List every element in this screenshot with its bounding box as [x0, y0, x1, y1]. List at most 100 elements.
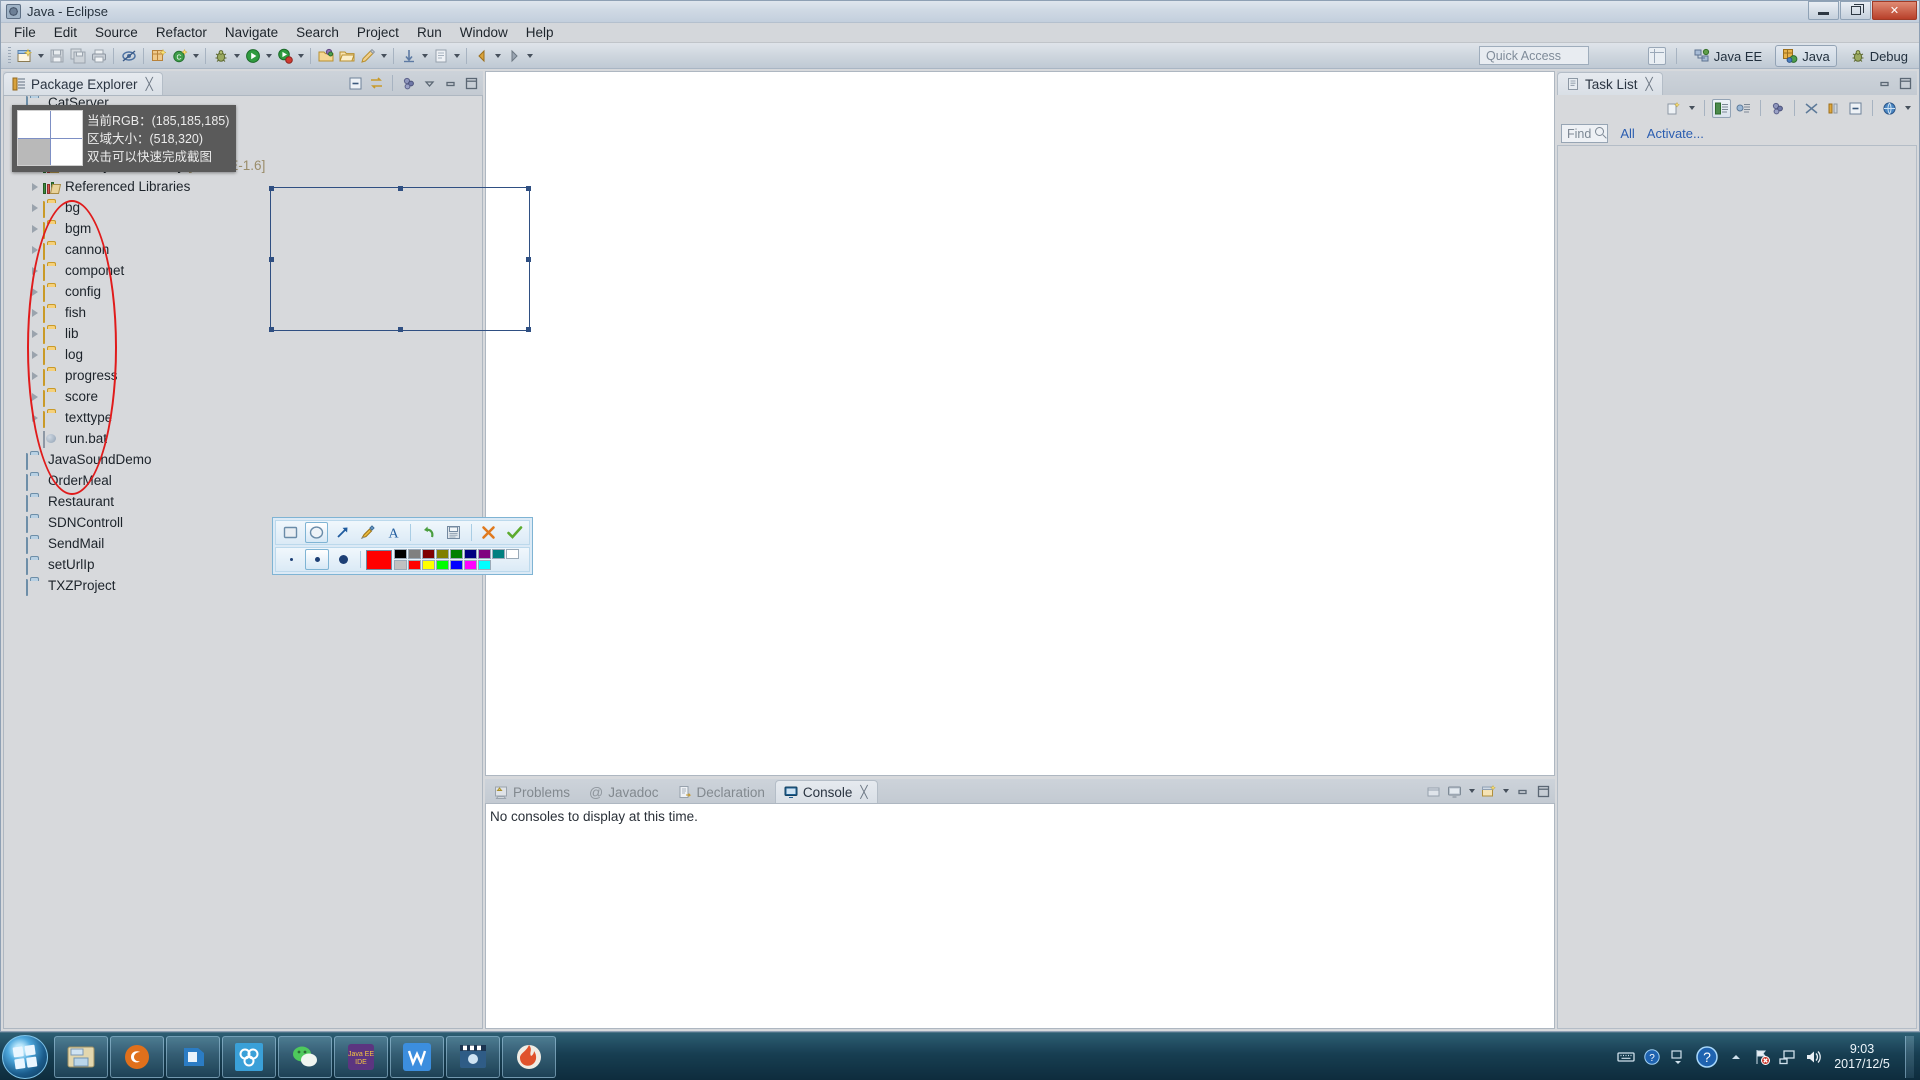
- palette-swatch-r1-c4[interactable]: [436, 549, 449, 559]
- palette-swatch-r1-c1[interactable]: [394, 549, 407, 559]
- minimize-button[interactable]: [1808, 1, 1839, 20]
- minimize-view-icon[interactable]: [441, 74, 460, 93]
- palette-swatch-r1-c2[interactable]: [408, 549, 421, 559]
- collapse-all-icon[interactable]: [1846, 99, 1865, 118]
- maximize-view-icon[interactable]: [1896, 74, 1915, 93]
- collapse-all-icon[interactable]: [346, 74, 365, 93]
- toolbar-grip[interactable]: [8, 46, 11, 65]
- help-ime-icon[interactable]: ?: [1643, 1048, 1661, 1066]
- tab-javadoc[interactable]: @ Javadoc: [580, 780, 669, 803]
- rectangle-tool[interactable]: [279, 522, 303, 543]
- previous-annotation-dropdown-icon[interactable]: [419, 45, 430, 66]
- console-body[interactable]: No consoles to display at this time.: [485, 803, 1555, 1029]
- scheduled-presentation-icon[interactable]: [1734, 99, 1753, 118]
- current-color-swatch[interactable]: [366, 549, 392, 570]
- palette-swatch-r1-c5[interactable]: [450, 549, 463, 559]
- assistant-icon[interactable]: ?: [1695, 1045, 1719, 1069]
- palette-swatch-r1-c6[interactable]: [464, 549, 477, 559]
- minimize-view-icon[interactable]: [1513, 782, 1532, 801]
- previous-annotation-icon[interactable]: [398, 45, 419, 66]
- open-task-icon[interactable]: [336, 45, 357, 66]
- save-icon[interactable]: [46, 45, 67, 66]
- new-java-class-icon[interactable]: C: [169, 45, 190, 66]
- view-menu-icon[interactable]: [1902, 98, 1913, 119]
- run-as-server-dropdown-icon[interactable]: [295, 45, 306, 66]
- tab-problems[interactable]: Problems: [485, 780, 580, 803]
- maximize-view-icon[interactable]: [1534, 782, 1553, 801]
- minimize-view-icon[interactable]: [1875, 74, 1894, 93]
- open-perspective-icon[interactable]: [1647, 47, 1666, 65]
- palette-swatch-r2-c1[interactable]: [506, 549, 519, 559]
- tab-declaration[interactable]: Declaration: [669, 780, 775, 803]
- link-with-editor-icon[interactable]: [367, 74, 386, 93]
- ime-panel-icon[interactable]: [1669, 1048, 1687, 1066]
- close-icon[interactable]: ╳: [1646, 77, 1653, 91]
- tab-console[interactable]: Console ╳: [774, 780, 878, 803]
- wps-writer-taskbar-icon[interactable]: [390, 1035, 444, 1078]
- menu-source[interactable]: Source: [86, 23, 147, 42]
- palette-swatch-r2-c6[interactable]: [450, 560, 463, 570]
- new-task-icon[interactable]: [1664, 99, 1683, 118]
- save-tool[interactable]: [442, 522, 466, 543]
- close-button[interactable]: ✕: [1872, 1, 1917, 20]
- close-icon[interactable]: ╳: [860, 785, 867, 799]
- cancel-tool[interactable]: [477, 522, 501, 543]
- text-tool[interactable]: A: [382, 522, 406, 543]
- task-activate-link[interactable]: Activate...: [1647, 126, 1704, 141]
- tree-twisty-closed-icon[interactable]: [27, 183, 43, 191]
- palette-swatch-r1-c3[interactable]: [422, 549, 435, 559]
- toggle-mark-occurrences-icon[interactable]: [118, 45, 139, 66]
- print-icon[interactable]: [88, 45, 109, 66]
- tree-item-txzproject[interactable]: TXZProject: [4, 575, 482, 596]
- editor-area[interactable]: [485, 71, 1555, 776]
- brush-size-small[interactable]: [279, 549, 303, 570]
- menu-refactor[interactable]: Refactor: [147, 23, 216, 42]
- palette-swatch-r1-c8[interactable]: [492, 549, 505, 559]
- color-palette[interactable]: [394, 549, 519, 570]
- new-java-class-dropdown-icon[interactable]: [190, 45, 201, 66]
- run-icon[interactable]: [242, 45, 263, 66]
- save-all-icon[interactable]: [67, 45, 88, 66]
- close-icon[interactable]: ╳: [146, 77, 153, 91]
- display-selected-console-dropdown-icon[interactable]: [1466, 781, 1477, 802]
- tree-item-referenced-libraries[interactable]: Referenced Libraries: [4, 176, 482, 197]
- perspective-java[interactable]: Java: [1775, 45, 1837, 67]
- palette-swatch-r2-c7[interactable]: [464, 560, 477, 570]
- confirm-tool[interactable]: [502, 522, 526, 543]
- palette-swatch-r2-c8[interactable]: [478, 560, 491, 570]
- palette-swatch-r2-c5[interactable]: [436, 560, 449, 570]
- forward-dropdown-icon[interactable]: [524, 45, 535, 66]
- burner-taskbar-icon[interactable]: [502, 1035, 556, 1078]
- tree-twisty-closed-icon[interactable]: [27, 225, 43, 233]
- menu-search[interactable]: Search: [287, 23, 348, 42]
- view-menu-icon[interactable]: [420, 74, 439, 93]
- edit-task-dropdown-icon[interactable]: [378, 45, 389, 66]
- ellipse-tool[interactable]: [304, 522, 329, 543]
- restore-tasks-icon[interactable]: [1824, 99, 1843, 118]
- video-player-taskbar-icon[interactable]: [446, 1035, 500, 1078]
- open-type-icon[interactable]: [315, 45, 336, 66]
- menu-help[interactable]: Help: [517, 23, 563, 42]
- taskbar-clock[interactable]: 9:03 2017/12/5: [1831, 1042, 1893, 1072]
- run-as-server-icon[interactable]: [274, 45, 295, 66]
- view-menu-focus-icon[interactable]: [399, 74, 418, 93]
- back-dropdown-icon[interactable]: [492, 45, 503, 66]
- new-wizard-icon[interactable]: [14, 45, 35, 66]
- show-hidden-icons-icon[interactable]: [1727, 1048, 1745, 1066]
- display-selected-console-icon[interactable]: [1445, 782, 1464, 801]
- file-explorer-taskbar-icon[interactable]: [54, 1035, 108, 1078]
- synchronize-changed-icon[interactable]: [1802, 99, 1821, 118]
- restore-button[interactable]: [1840, 1, 1871, 20]
- input-method-icon[interactable]: [1617, 1048, 1635, 1066]
- maximize-view-icon[interactable]: [462, 74, 481, 93]
- perspective-java-ee[interactable]: Java EE: [1687, 45, 1769, 67]
- palette-swatch-r2-c4[interactable]: [422, 560, 435, 570]
- firefox-taskbar-icon[interactable]: [110, 1035, 164, 1078]
- next-annotation-icon[interactable]: [430, 45, 451, 66]
- palette-swatch-r2-c3[interactable]: [408, 560, 421, 570]
- brush-size-medium[interactable]: [305, 549, 329, 570]
- palette-swatch-r2-c2[interactable]: [394, 560, 407, 570]
- open-repository-task-icon[interactable]: [1880, 99, 1899, 118]
- menu-file[interactable]: File: [5, 23, 45, 42]
- focus-on-workweek-icon[interactable]: [1768, 99, 1787, 118]
